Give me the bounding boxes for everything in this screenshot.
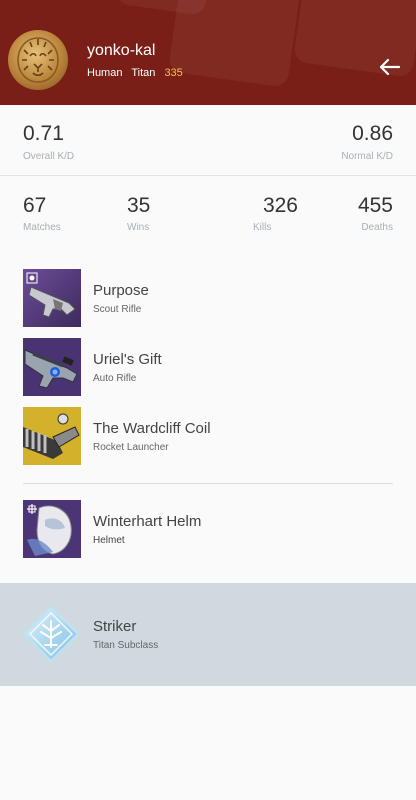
wins-label: Wins <box>127 222 150 233</box>
player-emblem-icon <box>8 30 68 90</box>
weapon-name: Purpose <box>93 282 149 299</box>
weapon-type: Rocket Launcher <box>93 442 169 453</box>
weapon-item[interactable]: Purpose Scout Rifle <box>0 269 416 331</box>
armor-type: Helmet <box>93 535 125 546</box>
kills-value: 326 <box>262 194 298 217</box>
auto-rifle-icon <box>23 338 81 396</box>
wins-value: 35 <box>127 194 151 217</box>
weapon-type: Scout Rifle <box>93 304 142 315</box>
subclass-type: Titan Subclass <box>93 640 159 651</box>
player-meta: Human Titan 335 <box>87 67 189 79</box>
overall-kd-label: Overall K/D <box>23 151 75 162</box>
normal-kd-label: Normal K/D <box>341 151 393 162</box>
deaths-value: 455 <box>357 194 393 217</box>
stats-section: 67 Matches 35 Wins 326 Kills 455 Deaths <box>0 177 416 247</box>
deaths-label: Deaths <box>361 222 393 233</box>
kd-section: 0.71 Overall K/D 0.86 Normal K/D <box>0 106 416 176</box>
kills-label: Kills <box>253 222 272 233</box>
player-name: yonko-kal <box>87 42 156 59</box>
weapon-item[interactable]: The Wardcliff Coil Rocket Launcher <box>0 407 416 469</box>
overall-kd-value: 0.71 <box>23 122 64 145</box>
arrow-left-icon <box>379 58 401 76</box>
weapon-name: The Wardcliff Coil <box>93 420 211 437</box>
armor-item[interactable]: Winterhart Helm Helmet <box>0 500 416 562</box>
matches-value: 67 <box>23 194 47 217</box>
subclass-item[interactable]: Striker Titan Subclass <box>0 583 416 686</box>
normal-kd-value: 0.86 <box>352 122 393 145</box>
striker-subclass-icon <box>22 605 80 663</box>
matches-label: Matches <box>23 222 61 233</box>
scout-rifle-icon <box>23 269 81 327</box>
armor-name: Winterhart Helm <box>93 513 202 530</box>
player-race: Human <box>87 67 123 79</box>
weapon-type: Auto Rifle <box>93 373 137 384</box>
rocket-launcher-icon <box>23 407 81 465</box>
player-header: yonko-kal Human Titan 335 <box>0 0 416 105</box>
weapon-item[interactable]: Uriel's Gift Auto Rifle <box>0 338 416 400</box>
section-divider <box>23 483 393 484</box>
player-class: Titan <box>131 67 156 79</box>
weapon-name: Uriel's Gift <box>93 351 162 368</box>
back-button[interactable] <box>375 52 405 82</box>
subclass-name: Striker <box>93 618 137 635</box>
light-level: 335 <box>164 67 183 79</box>
helmet-icon <box>23 500 81 558</box>
